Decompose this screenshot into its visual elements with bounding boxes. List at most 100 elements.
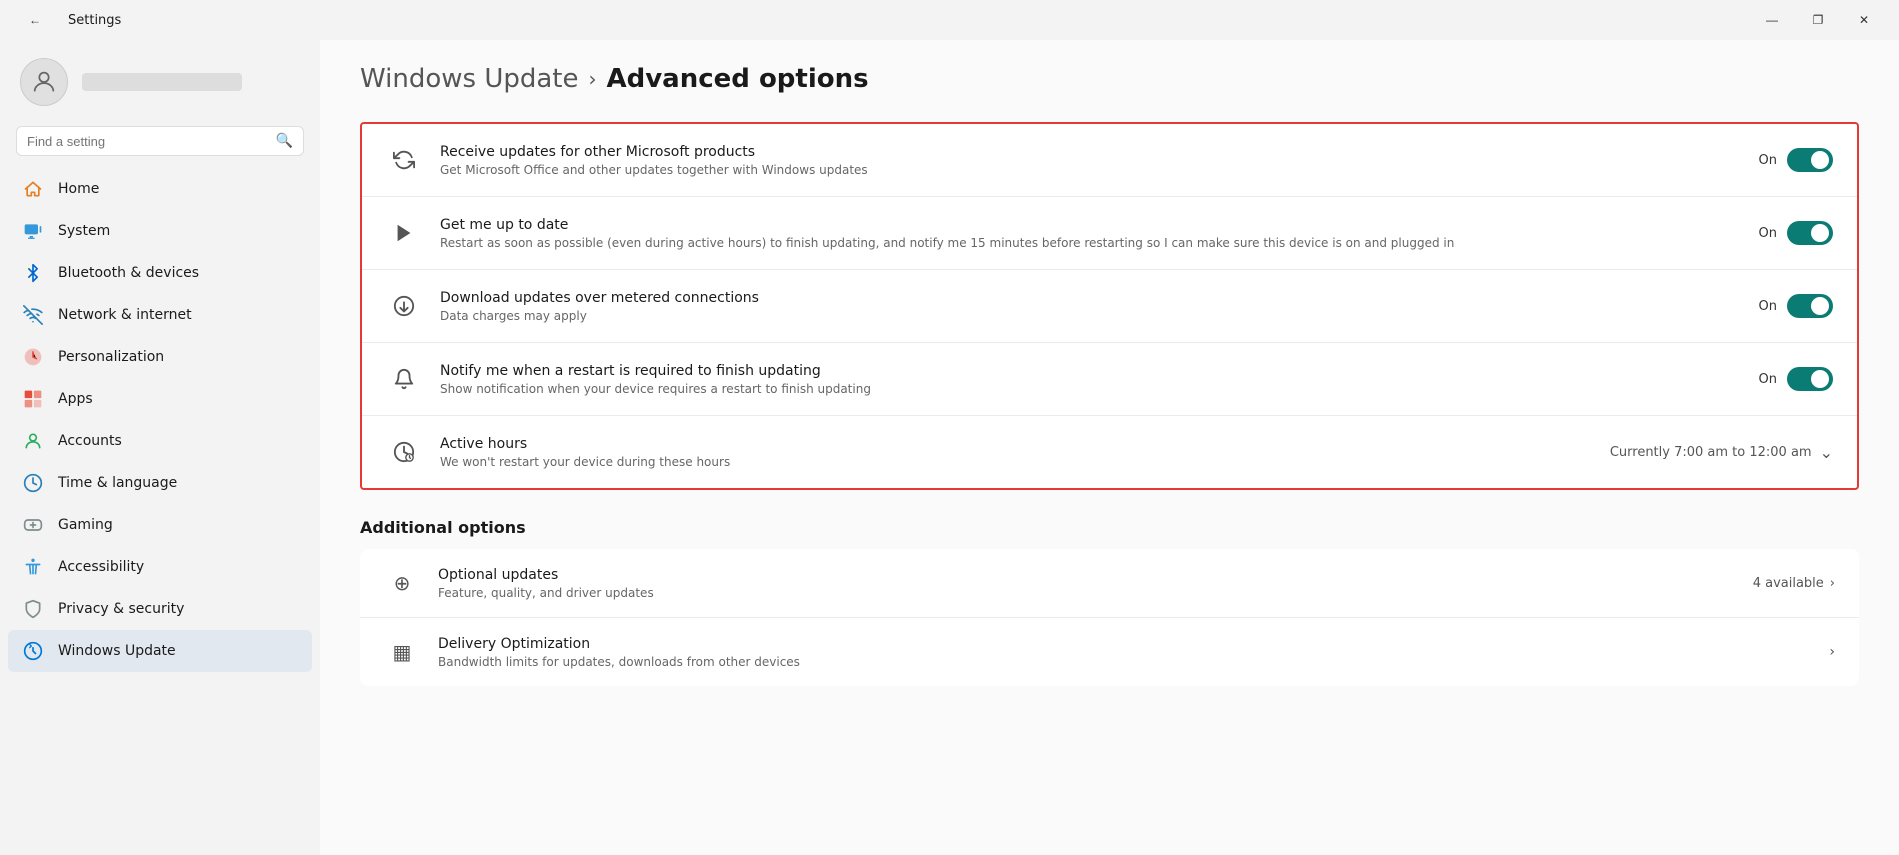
accessibility-icon [22,556,44,578]
network-icon [22,304,44,326]
breadcrumb-current: Advanced options [607,64,869,94]
toggle-switch[interactable] [1787,148,1833,172]
avatar [20,58,68,106]
sidebar-item-label: Network & internet [58,307,192,323]
search-input[interactable] [27,134,268,149]
privacy-icon [22,598,44,620]
setting-title: Download updates over metered connection… [440,290,1741,306]
sidebar-item-label: Time & language [58,475,177,491]
close-button[interactable]: ✕ [1841,4,1887,36]
setting-icon-notify-restart [386,361,422,397]
sidebar-item-bluetooth[interactable]: Bluetooth & devices [8,252,312,294]
toggle-on-label: On [1759,372,1777,387]
toggle-switch[interactable] [1787,221,1833,245]
sidebar-item-accessibility[interactable]: Accessibility [8,546,312,588]
user-profile[interactable] [8,40,312,122]
setting-row-download-metered[interactable]: Download updates over metered connection… [362,270,1857,343]
sidebar: 🔍 Home System Bluetooth & devices Networ… [0,40,320,855]
setting-icon-receive-updates [386,142,422,178]
toggle-switch[interactable] [1787,367,1833,391]
gaming-icon [22,514,44,536]
sidebar-item-network[interactable]: Network & internet [8,294,312,336]
personalization-icon [22,346,44,368]
toggle-control: On [1759,148,1833,172]
toggle-control: On [1759,367,1833,391]
additional-options-list: ⊕ Optional updates Feature, quality, and… [360,549,1859,686]
setting-icon-download-metered [386,288,422,324]
setting-desc: Restart as soon as possible (even during… [440,236,1741,250]
home-icon [22,178,44,200]
app-body: 🔍 Home System Bluetooth & devices Networ… [0,40,1899,855]
sidebar-item-accounts[interactable]: Accounts [8,420,312,462]
option-icon-optional-updates: ⊕ [384,565,420,601]
chevron-down-icon: ⌄ [1820,443,1833,462]
sidebar-item-home[interactable]: Home [8,168,312,210]
option-row-optional-updates[interactable]: ⊕ Optional updates Feature, quality, and… [360,549,1859,618]
update-icon [22,640,44,662]
nav-list: Home System Bluetooth & devices Network … [8,168,312,672]
user-name [82,73,242,91]
search-icon: 🔍 [276,133,293,149]
minimize-button[interactable]: — [1749,4,1795,36]
time-icon [22,472,44,494]
sidebar-item-label: Accessibility [58,559,144,575]
app-title: Settings [68,13,121,28]
breadcrumb-chevron: › [589,67,597,91]
option-desc: Feature, quality, and driver updates [438,586,1735,600]
chevron-right-icon: › [1830,576,1835,591]
setting-row-get-me-up-to-date[interactable]: Get me up to date Restart as soon as pos… [362,197,1857,270]
accounts-icon [22,430,44,452]
sidebar-item-privacy[interactable]: Privacy & security [8,588,312,630]
option-title: Delivery Optimization [438,636,1811,652]
sidebar-item-update[interactable]: Windows Update [8,630,312,672]
sidebar-item-gaming[interactable]: Gaming [8,504,312,546]
sidebar-item-label: Apps [58,391,93,407]
window-controls: — ❐ ✕ [1749,4,1887,36]
option-badge: 4 available › [1753,576,1835,591]
main-content: Windows Update › Advanced options Receiv… [320,40,1899,855]
breadcrumb-parent[interactable]: Windows Update [360,64,579,94]
sidebar-item-label: Home [58,181,99,197]
option-row-delivery-optimization[interactable]: ▦ Delivery Optimization Bandwidth limits… [360,618,1859,686]
titlebar-left: ← Settings [12,4,121,36]
sidebar-item-label: Accounts [58,433,122,449]
sidebar-item-personalization[interactable]: Personalization [8,336,312,378]
sidebar-item-label: Bluetooth & devices [58,265,199,281]
dropdown-control[interactable]: Currently 7:00 am to 12:00 am ⌄ [1610,443,1833,462]
setting-icon-get-me-up-to-date [386,215,422,251]
chevron-right-icon: › [1829,644,1835,660]
setting-title: Get me up to date [440,217,1741,233]
sidebar-item-apps[interactable]: Apps [8,378,312,420]
setting-desc: Get Microsoft Office and other updates t… [440,163,1741,177]
setting-title: Receive updates for other Microsoft prod… [440,144,1741,160]
setting-row-notify-restart[interactable]: Notify me when a restart is required to … [362,343,1857,416]
search-box[interactable]: 🔍 [16,126,304,156]
breadcrumb: Windows Update › Advanced options [360,64,1859,94]
highlighted-settings-section: Receive updates for other Microsoft prod… [360,122,1859,490]
toggle-on-label: On [1759,153,1777,168]
sidebar-item-label: Personalization [58,349,164,365]
sidebar-item-system[interactable]: System [8,210,312,252]
setting-title: Active hours [440,436,1592,452]
sidebar-item-label: System [58,223,110,239]
sidebar-item-label: Windows Update [58,643,176,659]
bluetooth-icon [22,262,44,284]
setting-title: Notify me when a restart is required to … [440,363,1741,379]
dropdown-label: Currently 7:00 am to 12:00 am [1610,445,1812,460]
setting-icon-active-hours [386,434,422,470]
setting-row-active-hours[interactable]: Active hours We won't restart your devic… [362,416,1857,488]
apps-icon [22,388,44,410]
sidebar-item-time[interactable]: Time & language [8,462,312,504]
setting-row-receive-updates[interactable]: Receive updates for other Microsoft prod… [362,124,1857,197]
toggle-switch[interactable] [1787,294,1833,318]
back-button[interactable]: ← [12,4,58,36]
toggle-control: On [1759,294,1833,318]
toggle-on-label: On [1759,226,1777,241]
option-icon-delivery-optimization: ▦ [384,634,420,670]
setting-desc: Show notification when your device requi… [440,382,1741,396]
sidebar-item-label: Gaming [58,517,113,533]
option-desc: Bandwidth limits for updates, downloads … [438,655,1811,669]
setting-desc: We won't restart your device during thes… [440,455,1592,469]
toggle-on-label: On [1759,299,1777,314]
restore-button[interactable]: ❐ [1795,4,1841,36]
